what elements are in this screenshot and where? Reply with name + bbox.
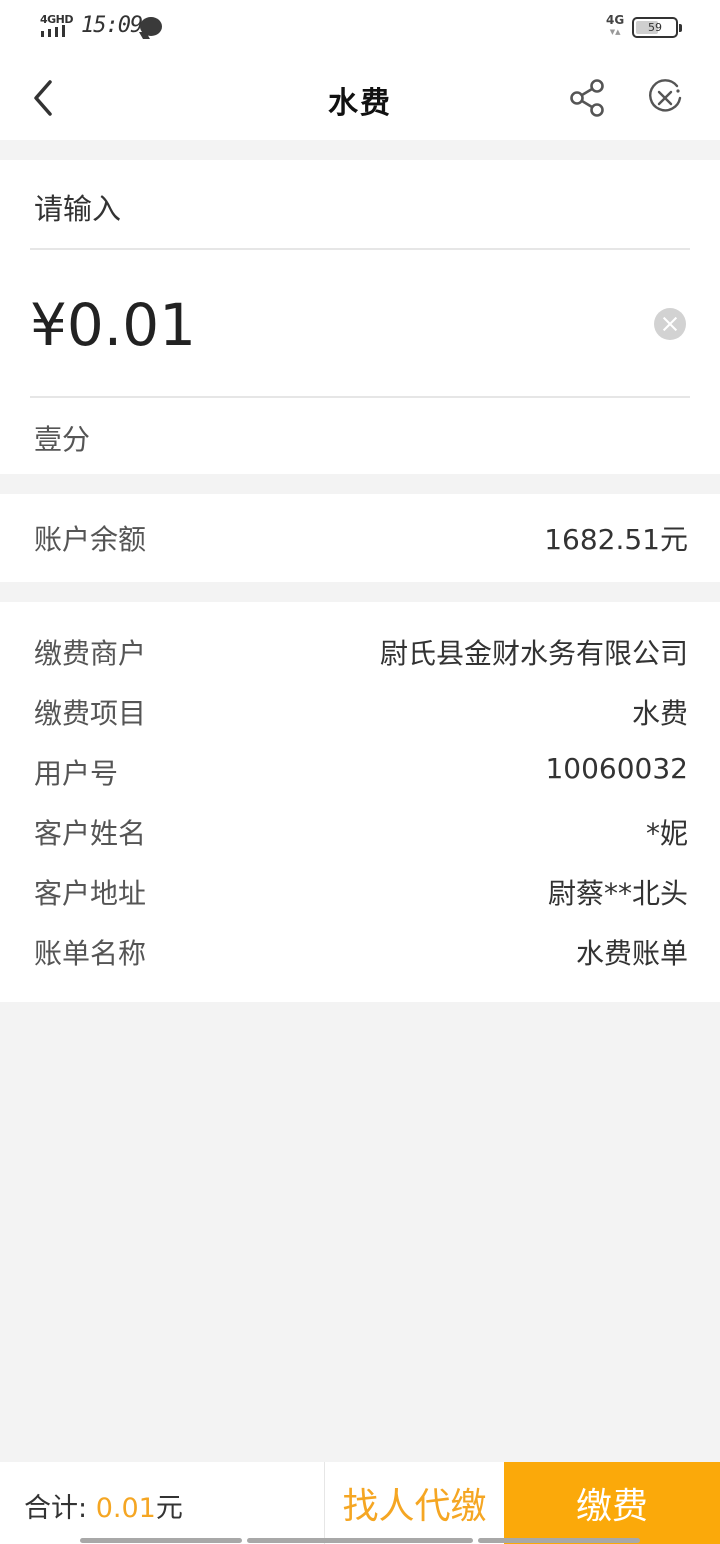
data-arrows-icon: ▼▲ <box>609 28 621 36</box>
share-icon <box>570 79 604 117</box>
detail-label: 客户姓名 <box>34 817 147 850</box>
amount-prompt: 请输入 <box>34 192 122 226</box>
bill-details-card: 缴费商户 尉氏县金财水务有限公司 缴费项目 水费 用户号 10060032 客户… <box>0 602 720 1002</box>
total-summary: 合计: 0.01元 <box>24 1486 183 1525</box>
divider <box>30 248 690 250</box>
close-button[interactable] <box>643 76 687 120</box>
bottom-action-bar: 合计: 0.01元 找人代缴 缴费 <box>0 1462 720 1544</box>
navigation-bar: 水费 <box>0 56 720 140</box>
message-icon <box>140 17 162 36</box>
detail-row-merchant: 缴费商户 尉氏县金财水务有限公司 <box>0 632 720 672</box>
divider <box>30 396 690 398</box>
detail-row-customer-name: 客户姓名 *妮 <box>0 812 720 852</box>
gesture-bar <box>80 1538 242 1543</box>
detail-value: 尉蔡**北头 <box>547 877 688 910</box>
clear-amount-icon[interactable] <box>654 308 686 340</box>
detail-value: 10060032 <box>545 752 688 785</box>
close-circle-icon <box>649 79 682 112</box>
detail-label: 缴费商户 <box>34 637 147 670</box>
detail-value: 水费账单 <box>575 937 688 970</box>
balance-value: 1682.51元 <box>544 523 688 556</box>
total-label: 合计: <box>24 1493 88 1524</box>
cellular-signal-icon: 4GHD <box>40 13 74 39</box>
detail-row-customer-address: 客户地址 尉蔡**北头 <box>0 872 720 912</box>
share-button[interactable] <box>566 76 610 120</box>
agent-pay-button[interactable]: 找人代缴 <box>324 1462 504 1544</box>
detail-row-bill-name: 账单名称 水费账单 <box>0 932 720 972</box>
amount-in-words: 壹分 <box>34 423 91 456</box>
detail-value: 尉氏县金财水务有限公司 <box>379 637 688 670</box>
detail-label: 账单名称 <box>34 937 147 970</box>
detail-label: 缴费项目 <box>34 697 147 730</box>
detail-label: 客户地址 <box>34 877 147 910</box>
balance-card: 账户余额 1682.51元 <box>0 494 720 582</box>
total-unit: 元 <box>155 1493 183 1524</box>
detail-value: 水费 <box>631 697 688 730</box>
amount-input[interactable]: ¥0.01 <box>30 290 196 360</box>
total-amount: 0.01 <box>95 1493 156 1524</box>
gesture-bar <box>478 1538 640 1543</box>
gesture-bar <box>247 1538 473 1543</box>
status-bar: 4GHD 15:09 4G ▼▲ 59 <box>0 0 720 56</box>
pay-button[interactable]: 缴费 <box>504 1462 720 1544</box>
detail-value: *妮 <box>645 817 688 850</box>
battery-icon: 59 <box>632 17 682 38</box>
detail-label: 用户号 <box>34 757 119 790</box>
detail-row-user-id: 用户号 10060032 <box>0 752 720 792</box>
page-title: 水费 <box>328 86 392 121</box>
amount-card: 请输入 ¥0.01 壹分 <box>0 160 720 474</box>
data-network-indicator: 4G ▼▲ <box>606 14 624 38</box>
battery-level: 59 <box>648 21 662 34</box>
network-type-right: 4G <box>606 13 625 27</box>
status-time: 15:09 <box>81 13 143 38</box>
balance-label: 账户余额 <box>34 523 147 556</box>
detail-row-item: 缴费项目 水费 <box>0 692 720 732</box>
